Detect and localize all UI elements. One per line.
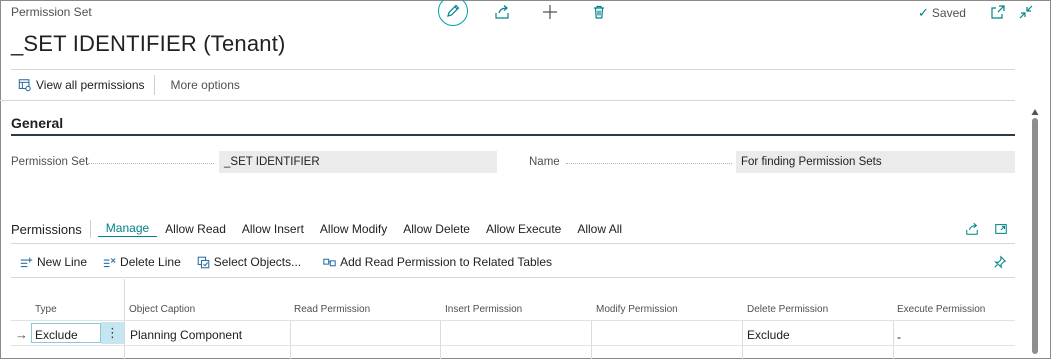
plus-icon bbox=[543, 5, 557, 19]
line-actions-bar: New Line Delete Line Select Objects... A… bbox=[12, 251, 560, 273]
view-all-permissions-label: View all permissions bbox=[36, 78, 145, 92]
triangle-up-icon bbox=[1031, 109, 1039, 115]
share-icon bbox=[495, 5, 509, 19]
action-bar-divider bbox=[0, 100, 1015, 101]
scroll-up-arrow[interactable] bbox=[1031, 104, 1039, 115]
column-header-modify-permission[interactable]: Modify Permission bbox=[596, 304, 678, 315]
name-leader-dots bbox=[566, 163, 732, 164]
view-all-permissions-button[interactable]: View all permissions bbox=[0, 78, 154, 92]
line-actions-divider bbox=[11, 277, 1015, 278]
vertical-scrollbar-thumb[interactable] bbox=[1032, 118, 1038, 354]
more-options-label: More options bbox=[170, 78, 240, 92]
related-tables-icon bbox=[323, 258, 336, 266]
column-header-object-caption[interactable]: Object Caption bbox=[129, 304, 195, 315]
row-actions-menu-icon[interactable]: ⋮ bbox=[101, 322, 124, 344]
page-caption: Permission Set bbox=[11, 5, 92, 19]
tab-allow-all[interactable]: Allow All bbox=[569, 222, 630, 236]
select-objects-button[interactable]: Select Objects... bbox=[189, 255, 309, 269]
action-bar: View all permissions More options bbox=[0, 70, 1015, 100]
row-divider bbox=[11, 345, 1015, 346]
cell-type[interactable]: Exclude bbox=[35, 328, 78, 342]
delete-line-label: Delete Line bbox=[120, 255, 181, 269]
collapse-button[interactable] bbox=[1018, 4, 1034, 20]
permissions-title-separator bbox=[89, 220, 91, 238]
collapse-icon bbox=[1019, 5, 1033, 19]
add-read-permission-button[interactable]: Add Read Permission to Related Tables bbox=[309, 255, 560, 269]
trash-icon bbox=[594, 5, 604, 19]
delete-line-icon bbox=[103, 257, 116, 267]
cell-delete-permission[interactable]: Exclude bbox=[747, 328, 790, 342]
permission-set-field-label: Permission Set bbox=[11, 156, 89, 168]
saved-label: Saved bbox=[931, 6, 966, 20]
new-line-label: New Line bbox=[37, 255, 88, 269]
table-view-icon bbox=[18, 79, 31, 92]
cell-object-caption[interactable]: Planning Component bbox=[130, 328, 242, 342]
page-title: _SET IDENTIFIER (Tenant) bbox=[11, 31, 286, 56]
new-button[interactable] bbox=[541, 3, 559, 21]
name-field[interactable]: For finding Permission Sets bbox=[736, 151, 1015, 173]
tab-manage[interactable]: Manage bbox=[97, 221, 158, 237]
grid-column-divider-primary bbox=[124, 279, 125, 359]
column-header-execute-permission[interactable]: Execute Permission bbox=[897, 304, 985, 315]
share-button[interactable] bbox=[493, 4, 511, 20]
open-in-new-window-icon bbox=[991, 5, 1005, 19]
tab-allow-delete[interactable]: Allow Delete bbox=[395, 222, 478, 236]
permissions-part-title[interactable]: Permissions bbox=[0, 222, 90, 237]
select-objects-icon bbox=[197, 256, 210, 268]
name-field-label: Name bbox=[529, 156, 560, 168]
expand-part-button[interactable] bbox=[993, 221, 1009, 237]
row-selected-arrow-icon: → bbox=[15, 327, 28, 342]
open-new-window-button[interactable] bbox=[990, 4, 1006, 20]
expand-icon bbox=[995, 224, 1007, 234]
add-read-permission-label: Add Read Permission to Related Tables bbox=[340, 255, 553, 269]
pencil-icon bbox=[447, 4, 460, 17]
tab-allow-modify[interactable]: Allow Modify bbox=[312, 222, 395, 236]
tab-allow-insert[interactable]: Allow Insert bbox=[234, 222, 312, 236]
column-header-delete-permission[interactable]: Delete Permission bbox=[747, 304, 828, 315]
new-line-icon bbox=[20, 257, 33, 267]
general-section-rule bbox=[11, 134, 1015, 136]
new-line-button[interactable]: New Line bbox=[12, 255, 95, 269]
pin-icon bbox=[993, 255, 1007, 269]
personalize-button[interactable] bbox=[992, 254, 1008, 270]
general-section-title[interactable]: General bbox=[11, 115, 63, 131]
column-header-type[interactable]: Type bbox=[35, 304, 57, 315]
permission-set-leader-dots bbox=[88, 163, 214, 164]
permission-set-field[interactable]: _SET IDENTIFIER bbox=[219, 151, 497, 173]
check-icon: ✓ bbox=[918, 5, 929, 20]
saved-status: ✓ Saved bbox=[918, 5, 966, 21]
delete-button[interactable] bbox=[590, 3, 608, 21]
more-options-button[interactable]: More options bbox=[155, 78, 249, 92]
permissions-part-header: Permissions Manage Allow Read Allow Inse… bbox=[0, 217, 1015, 241]
column-header-insert-permission[interactable]: Insert Permission bbox=[445, 304, 522, 315]
select-objects-label: Select Objects... bbox=[213, 255, 302, 269]
tab-allow-execute[interactable]: Allow Execute bbox=[478, 222, 569, 236]
cell-execute-permission[interactable]: - bbox=[897, 330, 901, 344]
share-part-button[interactable] bbox=[964, 221, 980, 237]
permissions-header-divider bbox=[11, 243, 1015, 244]
share-icon bbox=[966, 222, 978, 235]
tab-allow-read[interactable]: Allow Read bbox=[157, 222, 234, 236]
delete-line-button[interactable]: Delete Line bbox=[95, 255, 189, 269]
column-header-read-permission[interactable]: Read Permission bbox=[294, 304, 370, 315]
